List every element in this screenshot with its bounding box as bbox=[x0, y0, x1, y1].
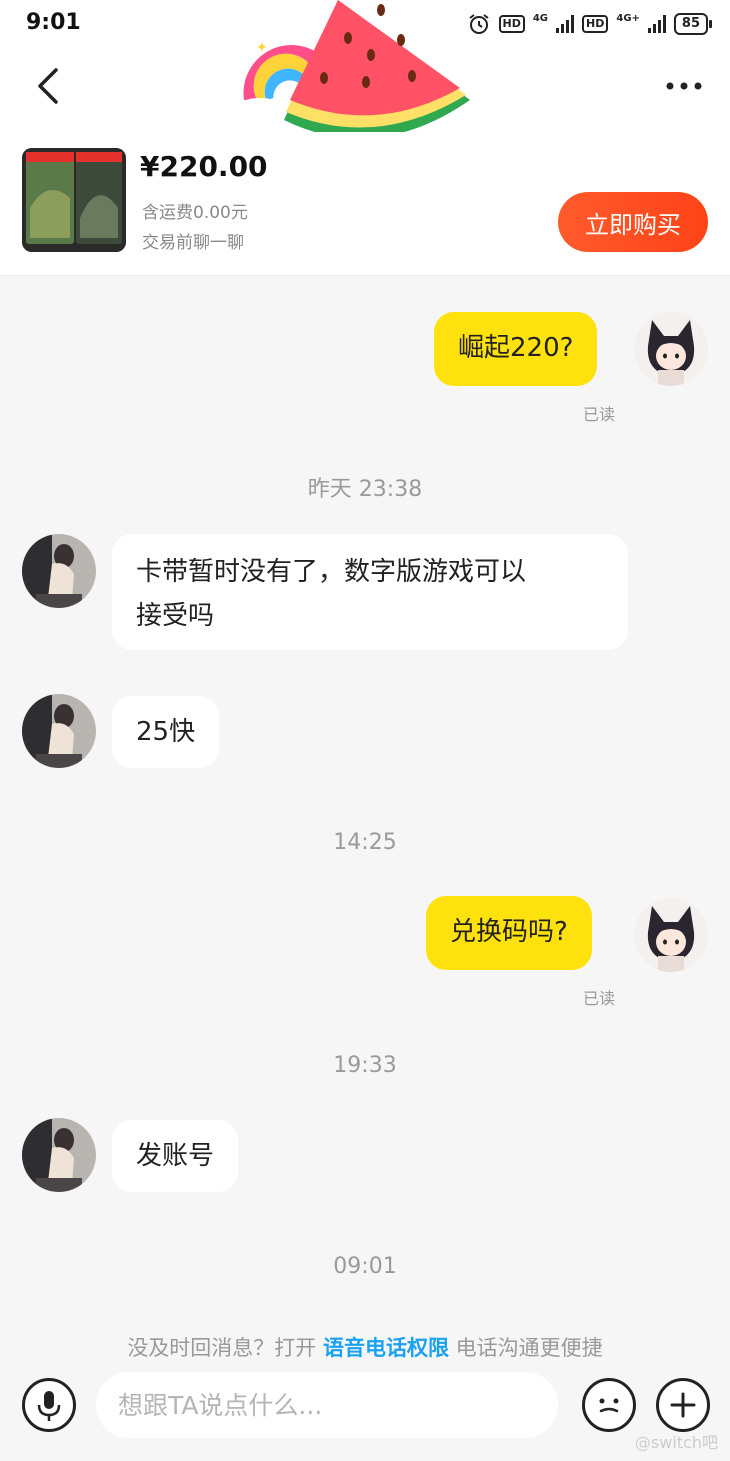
status-icons: HD 4G HD 4G+ 85 bbox=[467, 12, 713, 36]
seller-avatar[interactable] bbox=[22, 694, 96, 768]
status-time: 9:01 bbox=[26, 10, 81, 35]
status-bar: 9:01 HD 4G HD 4G+ 85 bbox=[0, 0, 730, 52]
message-line: 接受吗 bbox=[136, 601, 215, 631]
signal-icon-2 bbox=[647, 15, 666, 33]
notice-text: 没及时回消息？打开 bbox=[127, 1336, 323, 1360]
product-subtitle: 交易前聊一聊 bbox=[142, 233, 244, 253]
mic-button[interactable] bbox=[22, 1378, 76, 1432]
timestamp: 昨天 23:38 bbox=[307, 477, 423, 502]
my-avatar[interactable] bbox=[634, 312, 708, 386]
seller-message-bubble[interactable]: 25快 bbox=[112, 696, 220, 768]
battery-icon: 85 bbox=[673, 13, 713, 35]
more-icon[interactable] bbox=[662, 70, 706, 102]
my-message-bubble[interactable]: 崛起220? bbox=[434, 312, 598, 386]
my-message-bubble[interactable]: 兑换码吗? bbox=[426, 896, 592, 970]
signal-icon bbox=[556, 15, 575, 33]
input-bar bbox=[0, 1368, 730, 1461]
message-input[interactable] bbox=[96, 1372, 558, 1438]
product-thumbnail[interactable] bbox=[22, 148, 126, 252]
shipping-fee: 含运费0.00元 bbox=[142, 203, 248, 223]
seller-avatar[interactable] bbox=[22, 534, 96, 608]
message-line: 卡带暂时没有了，数字版游戏可以 bbox=[136, 557, 527, 587]
read-status: 已读 bbox=[583, 989, 616, 1008]
nav-bar bbox=[0, 52, 730, 132]
product-card[interactable]: ¥220.00 含运费0.00元 交易前聊一聊 立即购买 bbox=[0, 132, 730, 276]
mic-icon bbox=[37, 1391, 61, 1421]
emoji-icon bbox=[599, 1398, 619, 1413]
plus-icon bbox=[670, 1392, 696, 1418]
seller-message-bubble[interactable]: 卡带暂时没有了，数字版游戏可以 接受吗 bbox=[112, 534, 628, 650]
network-type: 4G bbox=[532, 12, 549, 24]
more-actions-button[interactable] bbox=[656, 1378, 710, 1432]
watermark: @switch吧 bbox=[634, 1433, 718, 1452]
timestamp: 09:01 bbox=[333, 1254, 397, 1279]
read-status: 已读 bbox=[583, 405, 616, 424]
emoji-button[interactable] bbox=[582, 1378, 636, 1432]
product-price: ¥220.00 bbox=[140, 150, 268, 183]
back-icon[interactable] bbox=[30, 64, 70, 108]
seller-message-bubble[interactable]: 发账号 bbox=[112, 1120, 239, 1192]
timestamp: 19:33 bbox=[333, 1053, 397, 1078]
hd-badge: HD bbox=[498, 15, 525, 33]
call-permission-notice: 没及时回消息？打开 语音电话权限 电话沟通更便捷 bbox=[0, 1332, 730, 1362]
my-avatar[interactable] bbox=[634, 898, 708, 972]
hd-badge-2: HD bbox=[582, 15, 609, 33]
network-type-2: 4G+ bbox=[616, 12, 640, 24]
timestamp: 14:25 bbox=[333, 830, 397, 855]
seller-avatar[interactable] bbox=[22, 1118, 96, 1192]
buy-now-button[interactable]: 立即购买 bbox=[558, 192, 708, 252]
alarm-icon bbox=[468, 14, 489, 34]
notice-text: 电话沟通更便捷 bbox=[449, 1336, 603, 1360]
voice-call-permission-link[interactable]: 语音电话权限 bbox=[323, 1336, 449, 1360]
